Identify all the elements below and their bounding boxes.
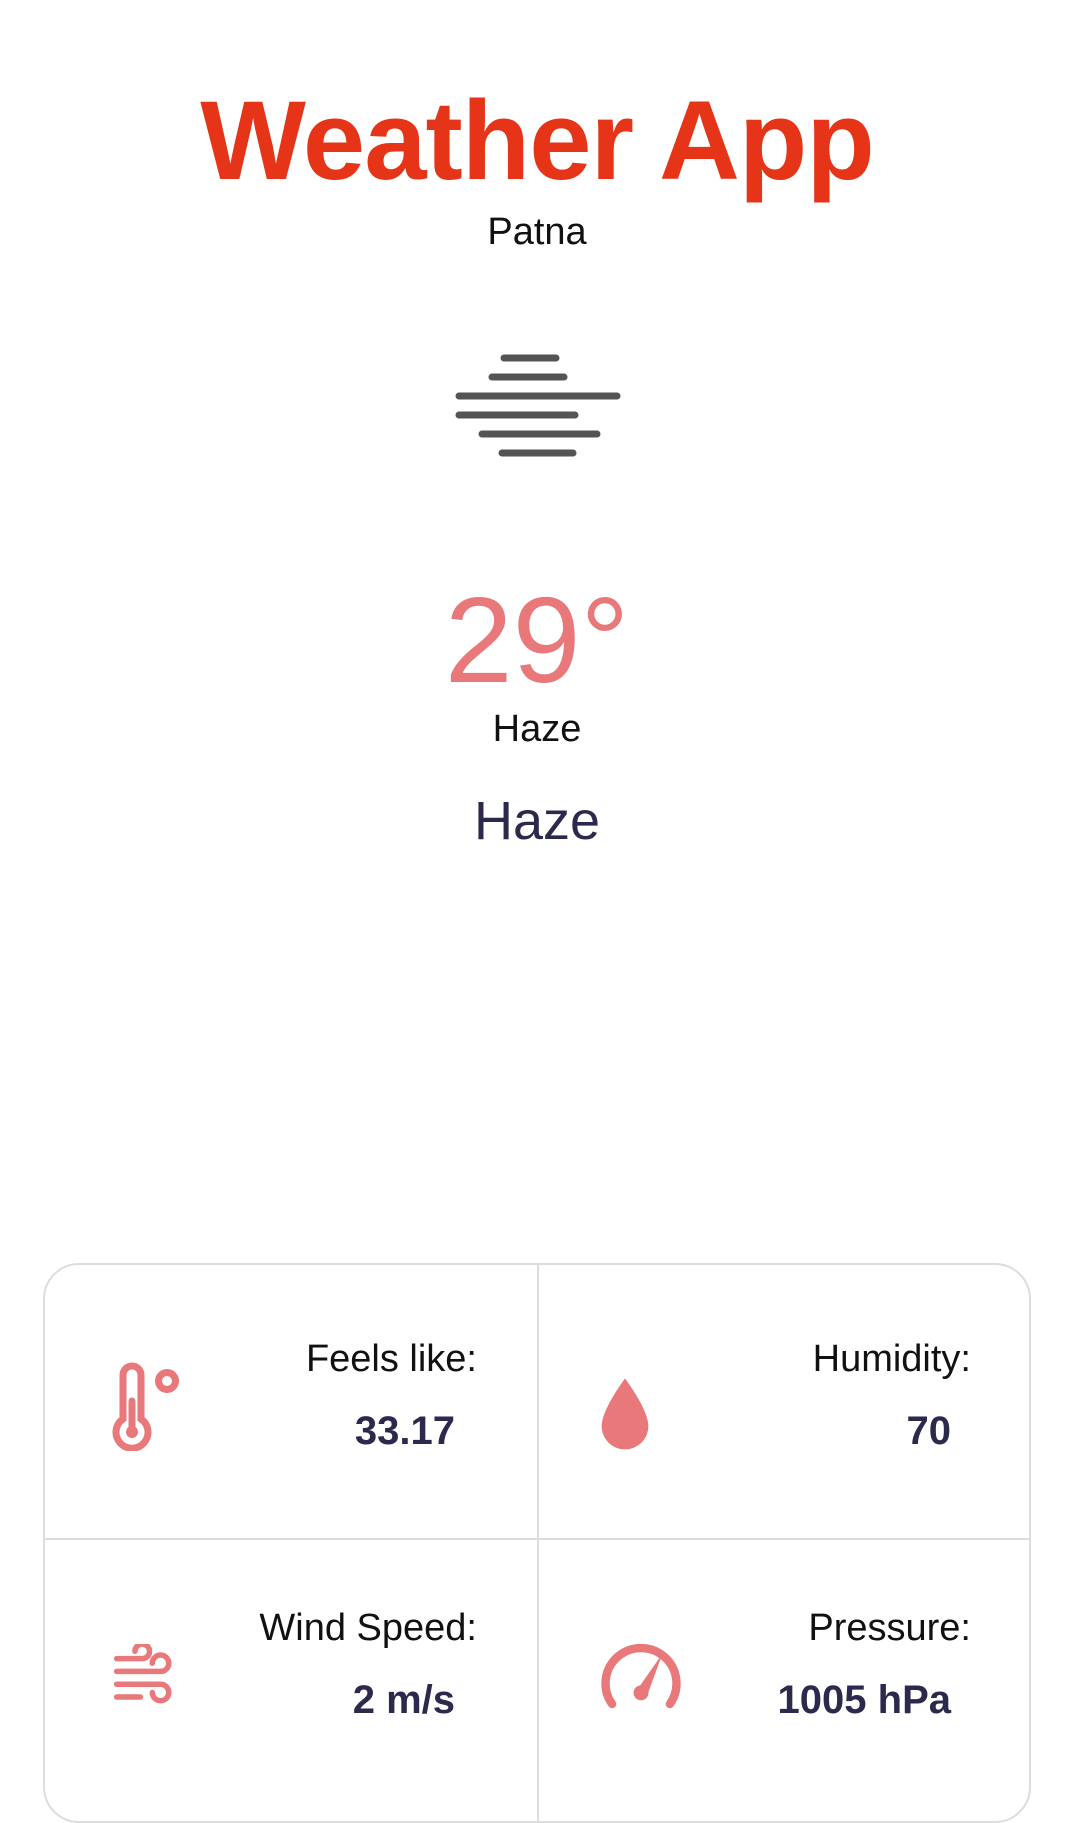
humidity-cell: Humidity: 70 <box>539 1265 1029 1538</box>
wind-speed-value: 2 m/s <box>352 1678 455 1722</box>
condition-description: Haze <box>473 791 601 851</box>
wind-icon <box>113 1644 172 1704</box>
app-title: Weather App <box>200 78 875 203</box>
pressure-value: 1005 hPa <box>777 1678 951 1722</box>
haze-icon <box>455 354 621 457</box>
condition-main: Haze <box>492 708 582 750</box>
wind-speed-cell: Wind Speed: 2 m/s <box>45 1540 537 1813</box>
weather-details-card: Feels like: 33.17 Humidity: 70 Wind Spee… <box>43 1263 1031 1823</box>
pressure-label: Pressure: <box>808 1607 971 1649</box>
feels-like-label: Feels like: <box>305 1338 477 1380</box>
pressure-gauge-icon <box>601 1643 681 1709</box>
feels-like-value: 33.17 <box>354 1409 455 1453</box>
temperature: 29° <box>444 572 630 708</box>
wind-speed-label: Wind Speed: <box>259 1607 477 1649</box>
city-name: Patna <box>487 211 587 253</box>
humidity-label: Humidity: <box>812 1338 971 1380</box>
pressure-cell: Pressure: 1005 hPa <box>539 1540 1029 1813</box>
humidity-value: 70 <box>906 1409 952 1453</box>
thermometer-icon <box>112 1362 179 1451</box>
feels-like-cell: Feels like: 33.17 <box>45 1265 537 1538</box>
humidity-drop-icon <box>601 1378 649 1450</box>
